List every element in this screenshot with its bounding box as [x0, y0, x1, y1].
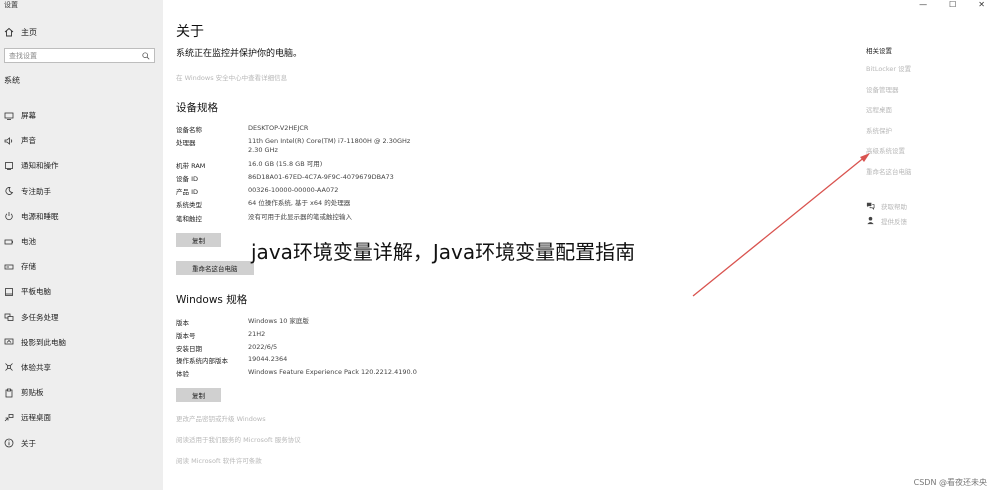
system-protection-link[interactable]: 系统保护	[866, 125, 986, 146]
home-icon	[4, 27, 14, 37]
sidebar-item-power[interactable]: 电源和睡眠	[4, 204, 66, 229]
multitask-icon	[4, 312, 14, 322]
sidebar-nav: 屏幕 声音 通知和操作 专注助手 电源和睡眠 电池 存储 平板电脑 多任务处理 …	[4, 103, 66, 456]
help-item-label: 提供反馈	[881, 217, 907, 226]
close-button[interactable]: ✕	[978, 0, 985, 9]
sidebar-item-storage[interactable]: 存储	[4, 254, 66, 279]
spec-row: 系统类型 64 位操作系统, 基于 x64 的处理器	[176, 199, 351, 210]
sidebar-item-label: 剪贴板	[21, 388, 44, 398]
notification-icon	[4, 161, 14, 171]
spec-row: 操作系统内部版本 19044.2364	[176, 355, 288, 366]
spec-row: 机带 RAM 16.0 GB (15.8 GB 可用)	[176, 159, 323, 170]
help-chat-icon	[866, 202, 875, 210]
sidebar-item-label: 体验共享	[21, 362, 51, 372]
services-agreement-link[interactable]: 阅读适用于我们服务的 Microsoft 服务协议	[176, 434, 301, 444]
remote-desktop-icon	[4, 413, 14, 423]
change-product-key-link[interactable]: 更改产品密钥或升级 Windows	[176, 413, 266, 423]
settings-window: 设置 主页 系统 屏幕 声音 通知和操作 专注助手 电源和睡眠 电池 存储 平板…	[0, 0, 995, 490]
sidebar-item-label: 存储	[21, 262, 36, 272]
security-status-text: 系统正在监控并保护你的电脑。	[176, 49, 303, 59]
window-title: 设置	[4, 1, 18, 9]
share-icon	[4, 362, 14, 372]
sidebar: 设置 主页 系统 屏幕 声音 通知和操作 专注助手 电源和睡眠 电池 存储 平板…	[0, 0, 163, 490]
speaker-icon	[4, 136, 14, 146]
feedback-icon	[867, 216, 874, 225]
windows-specs-heading: Windows 规格	[176, 294, 248, 306]
power-icon	[4, 211, 14, 221]
sidebar-item-label: 专注助手	[21, 186, 51, 196]
spec-row: 处理器 11th Gen Intel(R) Core(TM) i7-11800H …	[176, 136, 411, 154]
sidebar-item-label: 电源和睡眠	[21, 211, 59, 221]
copy-windows-specs-button[interactable]: 复制	[176, 388, 221, 402]
device-specs-heading: 设备规格	[176, 102, 218, 114]
sidebar-item-focus-assist[interactable]: 专注助手	[4, 179, 66, 204]
bitlocker-settings-link[interactable]: BitLocker 设置	[866, 63, 986, 84]
sidebar-item-label: 电池	[21, 237, 36, 247]
window-controls: — ☐ ✕	[919, 0, 985, 9]
page-title: 关于	[176, 24, 204, 40]
sidebar-item-sound[interactable]: 声音	[4, 128, 66, 153]
help-section: 获取帮助 提供反馈	[866, 198, 907, 228]
sidebar-section-system: 系统	[4, 76, 20, 85]
related-settings-title: 相关设置	[866, 47, 892, 55]
license-terms-link[interactable]: 阅读 Microsoft 软件许可条款	[176, 455, 262, 465]
maximize-button[interactable]: ☐	[949, 0, 956, 9]
display-icon	[4, 111, 14, 121]
copy-device-specs-button[interactable]: 复制	[176, 233, 221, 247]
sidebar-item-label: 远程桌面	[21, 413, 51, 423]
minimize-button[interactable]: —	[919, 0, 927, 9]
sidebar-item-home[interactable]: 主页	[4, 25, 37, 39]
tablet-icon	[4, 287, 14, 297]
sidebar-item-shared-experiences[interactable]: 体验共享	[4, 355, 66, 380]
sidebar-item-label: 多任务处理	[21, 312, 59, 322]
give-feedback-link[interactable]: 提供反馈	[866, 213, 907, 228]
sidebar-item-notifications[interactable]: 通知和操作	[4, 153, 66, 178]
spec-row: 产品 ID 00326-10000-00000-AA072	[176, 186, 339, 197]
spec-row: 设备名称 DESKTOP-V2HEJCR	[176, 124, 309, 134]
sidebar-item-label: 主页	[21, 27, 37, 37]
watermark: CSDN @看夜还未央	[913, 478, 987, 487]
overlay-article-title: java环境变量详解，Java环境变量配置指南	[251, 240, 636, 264]
search-box[interactable]	[4, 48, 155, 63]
moon-icon	[4, 186, 14, 196]
remote-desktop-link[interactable]: 远程桌面	[866, 104, 986, 125]
help-item-label: 获取帮助	[881, 202, 907, 211]
sidebar-item-battery[interactable]: 电池	[4, 229, 66, 254]
related-settings: 相关设置 BitLocker 设置 设备管理器 远程桌面 系统保护 高级系统设置…	[866, 45, 986, 186]
search-input[interactable]	[9, 51, 139, 60]
spec-row: 设备 ID 86D18A01-67ED-4C7A-9F9C-4079679DBA7…	[176, 172, 394, 183]
sidebar-item-remote-desktop[interactable]: 远程桌面	[4, 405, 66, 430]
device-specs-table: 设备名称 DESKTOP-V2HEJCR 处理器 11th Gen Intel(R)…	[176, 124, 448, 226]
sidebar-item-label: 关于	[21, 438, 36, 448]
windows-specs-table: 版本 Windows 10 家庭版 版本号 21H2 安装日期 2022/6/5 操作…	[176, 317, 448, 381]
sidebar-item-label: 屏幕	[21, 111, 36, 121]
sidebar-item-label: 平板电脑	[21, 287, 51, 297]
projector-icon	[4, 337, 14, 347]
spec-row: 体验 Windows Feature Experience Pack 120.22…	[176, 368, 417, 379]
device-manager-link[interactable]: 设备管理器	[866, 84, 986, 105]
spec-row: 版本 Windows 10 家庭版	[176, 317, 309, 327]
spec-row: 笔和触控 没有可用于此显示器的笔或触控输入	[176, 212, 352, 223]
sidebar-item-label: 声音	[21, 136, 36, 146]
sidebar-item-project[interactable]: 投影到此电脑	[4, 330, 66, 355]
spec-row: 安装日期 2022/6/5	[176, 342, 278, 353]
get-help-link[interactable]: 获取帮助	[866, 198, 907, 213]
security-center-link[interactable]: 在 Windows 安全中心中查看详细信息	[176, 72, 287, 82]
info-icon	[4, 438, 14, 448]
search-icon[interactable]	[142, 51, 150, 60]
sidebar-item-about[interactable]: 关于	[4, 430, 66, 455]
sidebar-item-multitasking[interactable]: 多任务处理	[4, 305, 66, 330]
spec-row: 版本号 21H2	[176, 329, 266, 340]
battery-icon	[4, 237, 14, 247]
storage-icon	[4, 262, 14, 272]
sidebar-item-tablet[interactable]: 平板电脑	[4, 279, 66, 304]
rename-pc-button[interactable]: 重命名这台电脑	[176, 261, 254, 275]
rename-pc-link[interactable]: 重命名这台电脑	[866, 166, 986, 187]
sidebar-item-display[interactable]: 屏幕	[4, 103, 66, 128]
sidebar-item-clipboard[interactable]: 剪贴板	[4, 380, 66, 405]
sidebar-item-label: 投影到此电脑	[21, 337, 66, 347]
clipboard-icon	[4, 388, 14, 398]
advanced-system-settings-link[interactable]: 高级系统设置	[866, 145, 986, 166]
sidebar-item-label: 通知和操作	[21, 161, 59, 171]
